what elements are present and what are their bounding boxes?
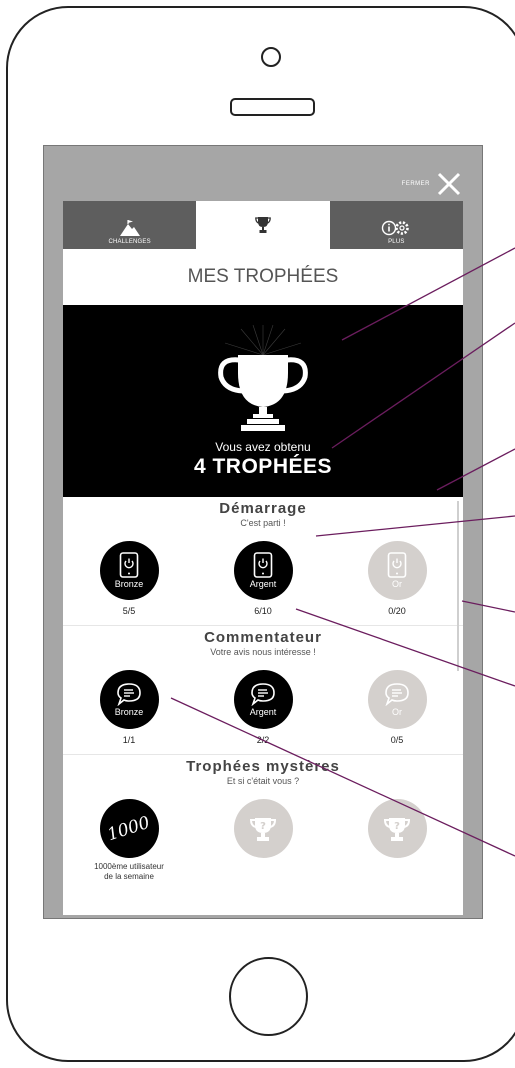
tab-plus[interactable]: PLUS xyxy=(329,201,463,249)
badge-level: Bronze xyxy=(114,579,144,589)
phone-screen: FERMER CHALLENGES PLUS MES TROPHÉES Vous… xyxy=(43,145,483,919)
close-icon xyxy=(437,172,461,196)
badge-label: 1000ème utilisateur de la semaine xyxy=(69,862,189,882)
badge-circle[interactable]: Argent xyxy=(233,670,293,729)
badge-progress: 1/1 xyxy=(122,735,136,745)
speaker xyxy=(230,98,315,116)
page-title: MES TROPHÉES xyxy=(187,266,339,287)
badge-level: Argent xyxy=(249,707,277,717)
section-subtitle: C'est parti ! xyxy=(240,518,286,528)
badge-circle[interactable]: Or xyxy=(367,670,427,729)
mystery-trophy-icon: ? xyxy=(249,817,277,841)
badge-progress: 0/5 xyxy=(390,735,404,745)
trophy-summary-subtitle: Vous avez obtenu xyxy=(215,440,311,454)
phone-power-icon xyxy=(387,552,407,578)
mountain-flag-icon xyxy=(119,220,140,236)
badge-mystery-locked: ? xyxy=(337,799,457,858)
badge-or: Or 0/5 xyxy=(337,670,457,745)
badge-row: 1000 1000ème utilisateur de la semaine ?… xyxy=(63,799,463,882)
badge-circle[interactable]: ? xyxy=(233,799,293,858)
section-title: Commentateur xyxy=(204,629,322,646)
tab-trophies[interactable] xyxy=(196,201,330,249)
badge-level: Argent xyxy=(249,579,277,589)
trophies-modal: CHALLENGES PLUS MES TROPHÉES Vous avez o… xyxy=(63,201,463,915)
section-subtitle: Votre avis nous intéresse ! xyxy=(210,647,316,657)
close-button[interactable]: FERMER xyxy=(402,172,462,196)
section-demarrage: Démarrage C'est parti ! Bronze 5/5 Argen… xyxy=(63,497,463,626)
badge-bronze: Bronze 1/1 xyxy=(69,670,189,745)
badge-or: Or 0/20 xyxy=(337,541,457,616)
badge-circle[interactable]: 1000 xyxy=(99,799,159,858)
badge-level: Or xyxy=(392,579,402,589)
tab-challenges[interactable]: CHALLENGES xyxy=(63,201,197,249)
mystery-mark: ? xyxy=(260,821,266,832)
badge-progress: 5/5 xyxy=(122,606,136,616)
badge-mystery-locked: ? xyxy=(203,799,323,858)
badge-1000-text: 1000 xyxy=(105,812,153,845)
badge-progress: 0/20 xyxy=(388,606,406,616)
badge-circle[interactable]: Or xyxy=(367,541,427,600)
speech-bubble-icon xyxy=(117,683,141,706)
badge-level: Bronze xyxy=(114,707,144,717)
section-commentateur: Commentateur Votre avis nous intéresse !… xyxy=(63,626,463,755)
section-title: Démarrage xyxy=(219,500,307,517)
trophy-summary-banner: Vous avez obtenu 4 TROPHÉES xyxy=(63,305,463,497)
badge-row: Bronze 5/5 Argent 6/10 Or 0/20 xyxy=(63,541,463,621)
phone-power-icon xyxy=(253,552,273,578)
badge-argent: Argent 6/10 xyxy=(203,541,323,616)
info-gear-icon xyxy=(382,220,410,236)
trophy-count: 4 TROPHÉES xyxy=(193,455,333,478)
mystery-trophy-icon: ? xyxy=(383,817,411,841)
badge-circle[interactable]: Bronze xyxy=(99,541,159,600)
badge-bronze: Bronze 5/5 xyxy=(69,541,189,616)
badge-level: Or xyxy=(392,707,402,717)
home-button[interactable] xyxy=(229,957,308,1036)
section-subtitle: Et si c'était vous ? xyxy=(226,776,300,786)
tab-plus-label: PLUS xyxy=(388,239,405,245)
speech-bubble-icon xyxy=(251,683,275,706)
tab-challenges-label: CHALLENGES xyxy=(108,239,151,245)
section-mysteres: Trophées mystères Et si c'était vous ? 1… xyxy=(63,755,463,884)
phone-power-icon xyxy=(119,552,139,578)
badge-circle[interactable]: Argent xyxy=(233,541,293,600)
badge-progress: 6/10 xyxy=(254,606,272,616)
badge-circle[interactable]: Bronze xyxy=(99,670,159,729)
speech-bubble-icon xyxy=(385,683,409,706)
badge-progress: 2/2 xyxy=(256,735,270,745)
close-label: FERMER xyxy=(401,181,430,187)
tab-bar: CHALLENGES PLUS xyxy=(63,201,463,249)
badge-row: Bronze 1/1 Argent 2/2 Or 0/5 xyxy=(63,670,463,750)
badge-label-line1: 1000ème utilisateur xyxy=(94,862,164,871)
trophy-icon xyxy=(255,217,271,233)
badge-circle[interactable]: ? xyxy=(367,799,427,858)
big-trophy-icon xyxy=(218,325,308,431)
badge-label-line2: de la semaine xyxy=(104,872,154,881)
badge-mystery-1000: 1000 1000ème utilisateur de la semaine xyxy=(69,799,189,882)
mystery-mark: ? xyxy=(394,821,400,832)
scrollbar[interactable] xyxy=(457,501,459,671)
camera xyxy=(261,47,281,67)
section-title: Trophées mystères xyxy=(186,758,340,775)
badge-argent: Argent 2/2 xyxy=(203,670,323,745)
